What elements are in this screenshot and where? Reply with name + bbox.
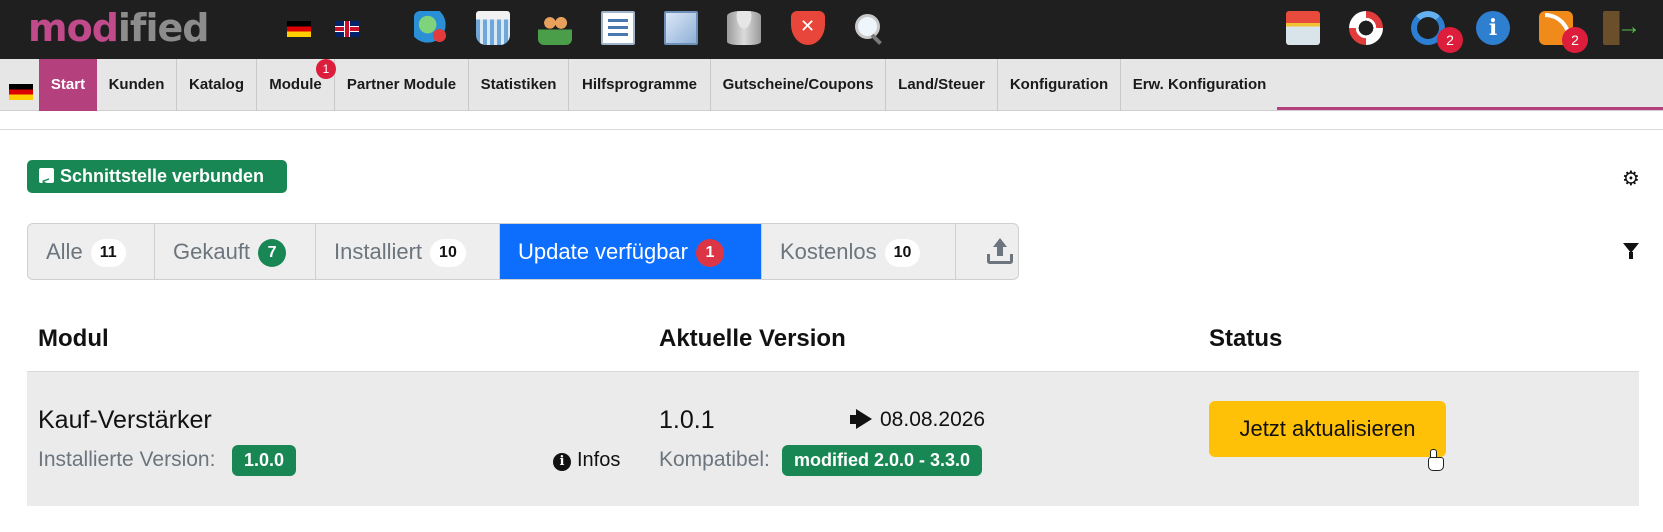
installed-version-badge: 1.0.0: [232, 445, 297, 476]
tab-label: Gekauft: [173, 239, 251, 264]
tab-count: 11: [90, 239, 126, 267]
upload-icon[interactable]: [986, 238, 1014, 266]
logo-part-2: ified: [117, 6, 210, 50]
database-icon[interactable]: [727, 11, 761, 45]
shop-icon[interactable]: [1286, 11, 1320, 45]
list-icon[interactable]: [601, 11, 635, 45]
tab-update-verfuegbar[interactable]: Update verfügbar 1: [500, 224, 762, 279]
hand-cursor-icon: [1428, 449, 1444, 471]
menu-item-gutscheine[interactable]: Gutscheine/Coupons: [711, 59, 886, 111]
divider: [0, 129, 1663, 130]
top-bar: modified 2 i 2: [0, 0, 1663, 59]
tab-gekauft[interactable]: Gekauft 7: [155, 224, 316, 279]
menu-item-katalog[interactable]: Katalog: [177, 59, 257, 111]
tab-label: Alle: [46, 239, 83, 264]
tab-label: Kostenlos: [780, 239, 877, 264]
shield-icon[interactable]: [791, 11, 825, 45]
share-icon: [39, 165, 54, 198]
users-icon[interactable]: [538, 11, 572, 45]
globe-icon[interactable]: [414, 11, 448, 45]
tab-count: 10: [884, 239, 921, 267]
menu-item-hilfsprogramme[interactable]: Hilfsprogramme: [569, 59, 711, 111]
megaphone-icon: [850, 409, 874, 429]
tab-count: 10: [430, 239, 466, 267]
column-header-status: Status: [1209, 325, 1283, 352]
release-date: 08.08.2026: [850, 408, 985, 432]
tab-installiert[interactable]: Installiert 10: [316, 224, 500, 279]
main-menu: Start Kunden Katalog Module Partner Modu…: [0, 59, 1663, 111]
basket-icon[interactable]: [476, 11, 510, 45]
tab-count: 1: [696, 239, 724, 267]
infos-link[interactable]: i Infos: [553, 449, 620, 472]
exit-icon[interactable]: [1603, 11, 1641, 45]
tab-count: 7: [258, 239, 287, 267]
column-header-version: Aktuelle Version: [659, 325, 846, 352]
german-flag-icon[interactable]: [287, 21, 311, 37]
update-now-button[interactable]: Jetzt aktualisieren: [1209, 401, 1446, 457]
filter-icon[interactable]: [1623, 243, 1639, 259]
menu-item-konfiguration[interactable]: Konfiguration: [998, 59, 1121, 111]
current-version: 1.0.1: [659, 406, 715, 434]
menu-item-partner-module[interactable]: Partner Module: [335, 59, 469, 111]
menu-item-land-steuer[interactable]: Land/Steuer: [886, 59, 998, 111]
tab-alle[interactable]: Alle 11: [28, 224, 155, 279]
language-flag-icon[interactable]: [9, 84, 33, 100]
menu-item-statistiken[interactable]: Statistiken: [469, 59, 569, 111]
infos-label: Infos: [577, 449, 621, 471]
english-flag-icon[interactable]: [335, 21, 359, 37]
info-circle-icon: i: [553, 453, 571, 471]
help-icon[interactable]: [1349, 11, 1383, 45]
connection-status-button[interactable]: Schnittstelle verbunden: [27, 160, 287, 198]
search-icon[interactable]: [851, 11, 885, 45]
menu-item-kunden[interactable]: Kunden: [97, 59, 177, 111]
module-badge: 1: [316, 59, 336, 79]
info-icon[interactable]: i: [1476, 11, 1510, 45]
tab-label: Update verfügbar: [518, 239, 688, 264]
rss-badge: 2: [1562, 27, 1588, 53]
compatibility-badge: modified 2.0.0 - 3.3.0: [782, 445, 983, 476]
menu-item-erw-konfiguration[interactable]: Erw. Konfiguration: [1121, 59, 1278, 111]
module-name: Kauf-Verstärker: [38, 406, 212, 434]
compatibility-label: Kompatibel:: [659, 448, 770, 471]
logo[interactable]: modified: [28, 6, 210, 50]
connection-status-label: Schnittstelle verbunden: [60, 166, 265, 186]
logo-part-1: mod: [28, 6, 119, 50]
tab-label: Installiert: [334, 239, 423, 264]
column-header-modul: Modul: [38, 325, 109, 352]
installed-version-label: Installierte Version:: [38, 448, 216, 471]
update-badge: 2: [1437, 27, 1463, 53]
release-date-value: 08.08.2026: [880, 408, 986, 431]
tab-kostenlos[interactable]: Kostenlos 10: [762, 224, 956, 279]
gear-icon[interactable]: ⚙: [1622, 168, 1640, 188]
module-filter-tabs: Alle 11 Gekauft 7 Installiert 10 Update ver…: [27, 223, 1019, 280]
menu-accent-line: [1277, 107, 1663, 110]
menu-item-start[interactable]: Start: [39, 59, 97, 111]
documents-icon[interactable]: [664, 11, 698, 45]
